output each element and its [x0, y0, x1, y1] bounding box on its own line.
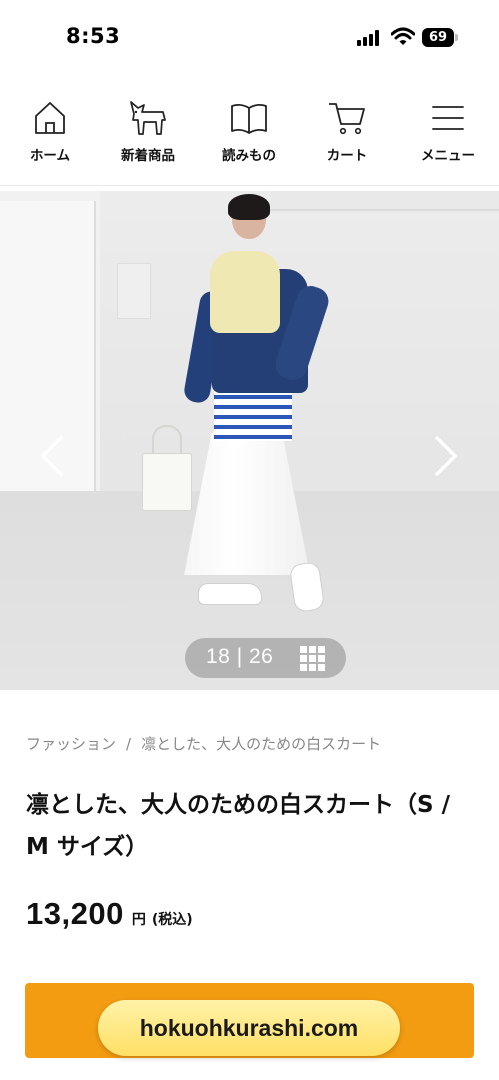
chevron-left-icon[interactable]: [37, 434, 67, 478]
signal-icon: [357, 30, 383, 46]
price-tax-note: (税込): [151, 912, 193, 928]
image-counter-text: 18 | 26: [206, 645, 274, 668]
nav-item-menu[interactable]: メニュー: [398, 100, 498, 176]
breadcrumb: ファッション / 凛とした、大人のための白スカート: [26, 733, 381, 754]
nav-label-home: ホーム: [29, 148, 71, 164]
nav-label-cart: カート: [326, 148, 368, 164]
product-price: 13,200: [26, 896, 124, 931]
nav-label-menu: メニュー: [421, 148, 475, 164]
breadcrumb-current: 凛とした、大人のための白スカート: [141, 735, 382, 753]
domain-watermark: hokuohkurashi.com: [98, 1000, 400, 1056]
nav-label-reading: 読みもの: [222, 148, 276, 164]
battery-icon: 69: [422, 28, 458, 47]
product-image-carousel[interactable]: 18 | 26: [0, 191, 499, 690]
battery-level: 69: [428, 30, 448, 45]
breadcrumb-separator: /: [126, 735, 132, 753]
menu-icon: [432, 106, 464, 130]
status-bar: 8:53 69: [0, 0, 499, 70]
top-navigation: ホーム 新着商品 読みもの カート メニュー: [0, 90, 499, 186]
price-row: 13,200 円 (税込): [26, 896, 193, 932]
price-currency: 円: [131, 912, 146, 928]
nav-item-home[interactable]: ホーム: [0, 100, 100, 176]
nav-item-reading[interactable]: 読みもの: [199, 100, 299, 176]
breadcrumb-category-link[interactable]: ファッション: [26, 735, 116, 753]
book-icon: [231, 103, 267, 134]
nav-label-new-arrivals: 新着商品: [121, 148, 175, 164]
nav-item-cart[interactable]: カート: [297, 100, 397, 176]
wifi-icon: [391, 27, 415, 45]
horse-icon: [130, 101, 166, 135]
cart-icon: [329, 103, 365, 135]
image-counter: 18 | 26: [185, 638, 346, 678]
status-time: 8:53: [66, 24, 121, 48]
home-icon: [35, 102, 65, 134]
grid-icon[interactable]: [300, 646, 325, 671]
product-title: 凛とした、大人のための白スカート（S / M サイズ）: [26, 792, 450, 860]
chevron-right-icon[interactable]: [431, 434, 461, 478]
nav-item-new-arrivals[interactable]: 新着商品: [98, 100, 198, 176]
